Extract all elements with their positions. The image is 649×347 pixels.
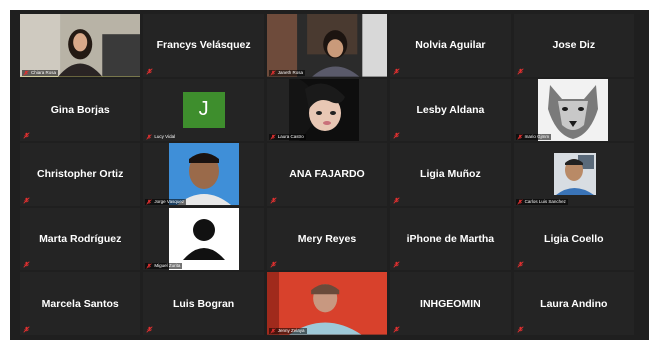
participant-tile[interactable]: Luis Bogran — [143, 272, 264, 335]
participant-video — [266, 14, 388, 77]
participant-tile[interactable]: Chiara Rosa — [20, 14, 141, 77]
mic-muted-icon — [516, 261, 524, 268]
participant-name: Jose Diz — [552, 39, 596, 52]
mic-muted-icon — [393, 197, 400, 204]
participant-name-label: Carlos Luis Sanchez — [515, 198, 568, 205]
participant-avatar: J — [182, 91, 225, 128]
participant-video — [20, 14, 141, 77]
participant-tile[interactable]: ANA FAJARDO — [266, 143, 388, 206]
mic-muted-icon — [393, 67, 400, 75]
participant-name: Gina Borjas — [50, 103, 110, 116]
participant-name-label: mario Gjmm — [515, 134, 552, 141]
participant-name-label: Lucy Vidal — [145, 134, 177, 140]
mic-muted-icon — [23, 197, 30, 204]
participant-photo — [169, 207, 240, 270]
participant-tile[interactable]: J Lucy Vidal — [143, 78, 264, 142]
participant-photo — [537, 78, 608, 141]
participant-tile[interactable]: mario Gjmm — [513, 78, 634, 142]
participant-name: iPhone de Martha — [406, 233, 495, 246]
participant-name-label: Janeth Rosa — [268, 69, 306, 76]
mic-muted-icon — [146, 199, 153, 205]
participant-tile[interactable]: Jose Diz — [513, 14, 634, 77]
participant-tile[interactable]: Janeth Rosa — [266, 14, 388, 77]
participant-tile[interactable]: Ligia Muñoz — [390, 143, 511, 206]
participant-tile[interactable]: Carlos Luis Sanchez — [513, 143, 634, 206]
mic-muted-icon — [393, 261, 400, 268]
mic-muted-icon — [270, 261, 277, 268]
participant-tile[interactable]: Miguel Zurita — [143, 207, 264, 271]
mic-muted-icon — [516, 326, 524, 333]
participant-name: Mery Reyes — [297, 233, 357, 246]
participant-tile[interactable]: Ligia Coello — [513, 207, 634, 271]
participant-tile[interactable]: INHGEOMIN — [390, 272, 511, 335]
mic-muted-icon — [516, 199, 523, 205]
mic-muted-icon — [23, 326, 30, 333]
mic-muted-icon — [23, 261, 30, 268]
participant-tile[interactable]: Lesby Aldana — [390, 78, 511, 142]
participant-tile[interactable]: Laura Castro — [266, 78, 388, 142]
participant-name-label: Laura Castro — [268, 134, 306, 141]
participant-tile[interactable]: Christopher Ortiz — [20, 143, 141, 206]
participant-tile[interactable]: Mery Reyes — [266, 207, 388, 271]
participant-name-label: Jenny Zelaya — [268, 327, 307, 334]
meeting-gallery-view: Chiara Rosa Francys Velásquez Janeth Ros… — [10, 10, 649, 340]
participant-tile[interactable]: Jorge Vasquez — [143, 143, 264, 206]
mic-muted-icon — [146, 67, 153, 75]
mic-muted-icon — [146, 326, 153, 333]
participant-name: ANA FAJARDO — [289, 168, 365, 181]
participant-name: Laura Andino — [540, 297, 608, 310]
mic-muted-icon — [270, 197, 277, 204]
participant-name: Luis Bogran — [172, 297, 235, 310]
participant-name-label: Chiara Rosa — [22, 69, 59, 76]
participant-name: Ligia Muñoz — [420, 168, 481, 181]
mic-muted-icon — [23, 132, 30, 139]
participant-name: Marcela Santos — [41, 297, 119, 310]
participant-video — [266, 272, 388, 335]
participant-name: INHGEOMIN — [420, 297, 481, 310]
mic-muted-icon — [146, 134, 153, 140]
mic-muted-icon — [516, 134, 523, 140]
participant-photo — [553, 153, 596, 196]
participant-tile[interactable]: iPhone de Martha — [390, 207, 511, 271]
mic-muted-icon — [270, 328, 276, 334]
mic-muted-icon — [516, 67, 524, 75]
participant-photo — [169, 143, 240, 206]
participant-name-label: Jorge Vasquez — [145, 198, 187, 205]
participant-name: Nolvia Aguilar — [415, 39, 486, 52]
mic-muted-icon — [270, 134, 276, 140]
participant-tile[interactable]: Gina Borjas — [20, 78, 141, 142]
participant-name: Marta Rodríguez — [39, 233, 122, 246]
participant-tile[interactable]: Jenny Zelaya — [266, 272, 388, 335]
mic-muted-icon — [146, 263, 153, 270]
participant-photo — [288, 78, 359, 141]
participant-tile[interactable]: Laura Andino — [513, 272, 634, 335]
participant-name: Lesby Aldana — [416, 103, 485, 116]
participant-tile[interactable]: Marcela Santos — [20, 272, 141, 335]
mic-muted-icon — [393, 326, 400, 333]
participant-name: Ligia Coello — [544, 233, 604, 246]
participant-tile[interactable]: Francys Velásquez — [143, 14, 264, 77]
participant-name: Christopher Ortiz — [37, 168, 124, 181]
participant-tile[interactable]: Marta Rodríguez — [20, 207, 141, 271]
mic-muted-icon — [270, 69, 276, 76]
mic-muted-icon — [393, 132, 400, 139]
participant-name: Francys Velásquez — [156, 39, 251, 52]
participant-grid: Chiara Rosa Francys Velásquez Janeth Ros… — [20, 14, 634, 335]
mic-muted-icon — [23, 69, 29, 76]
participant-name-label: Miguel Zurita — [145, 263, 183, 270]
participant-tile[interactable]: Nolvia Aguilar — [390, 14, 511, 77]
